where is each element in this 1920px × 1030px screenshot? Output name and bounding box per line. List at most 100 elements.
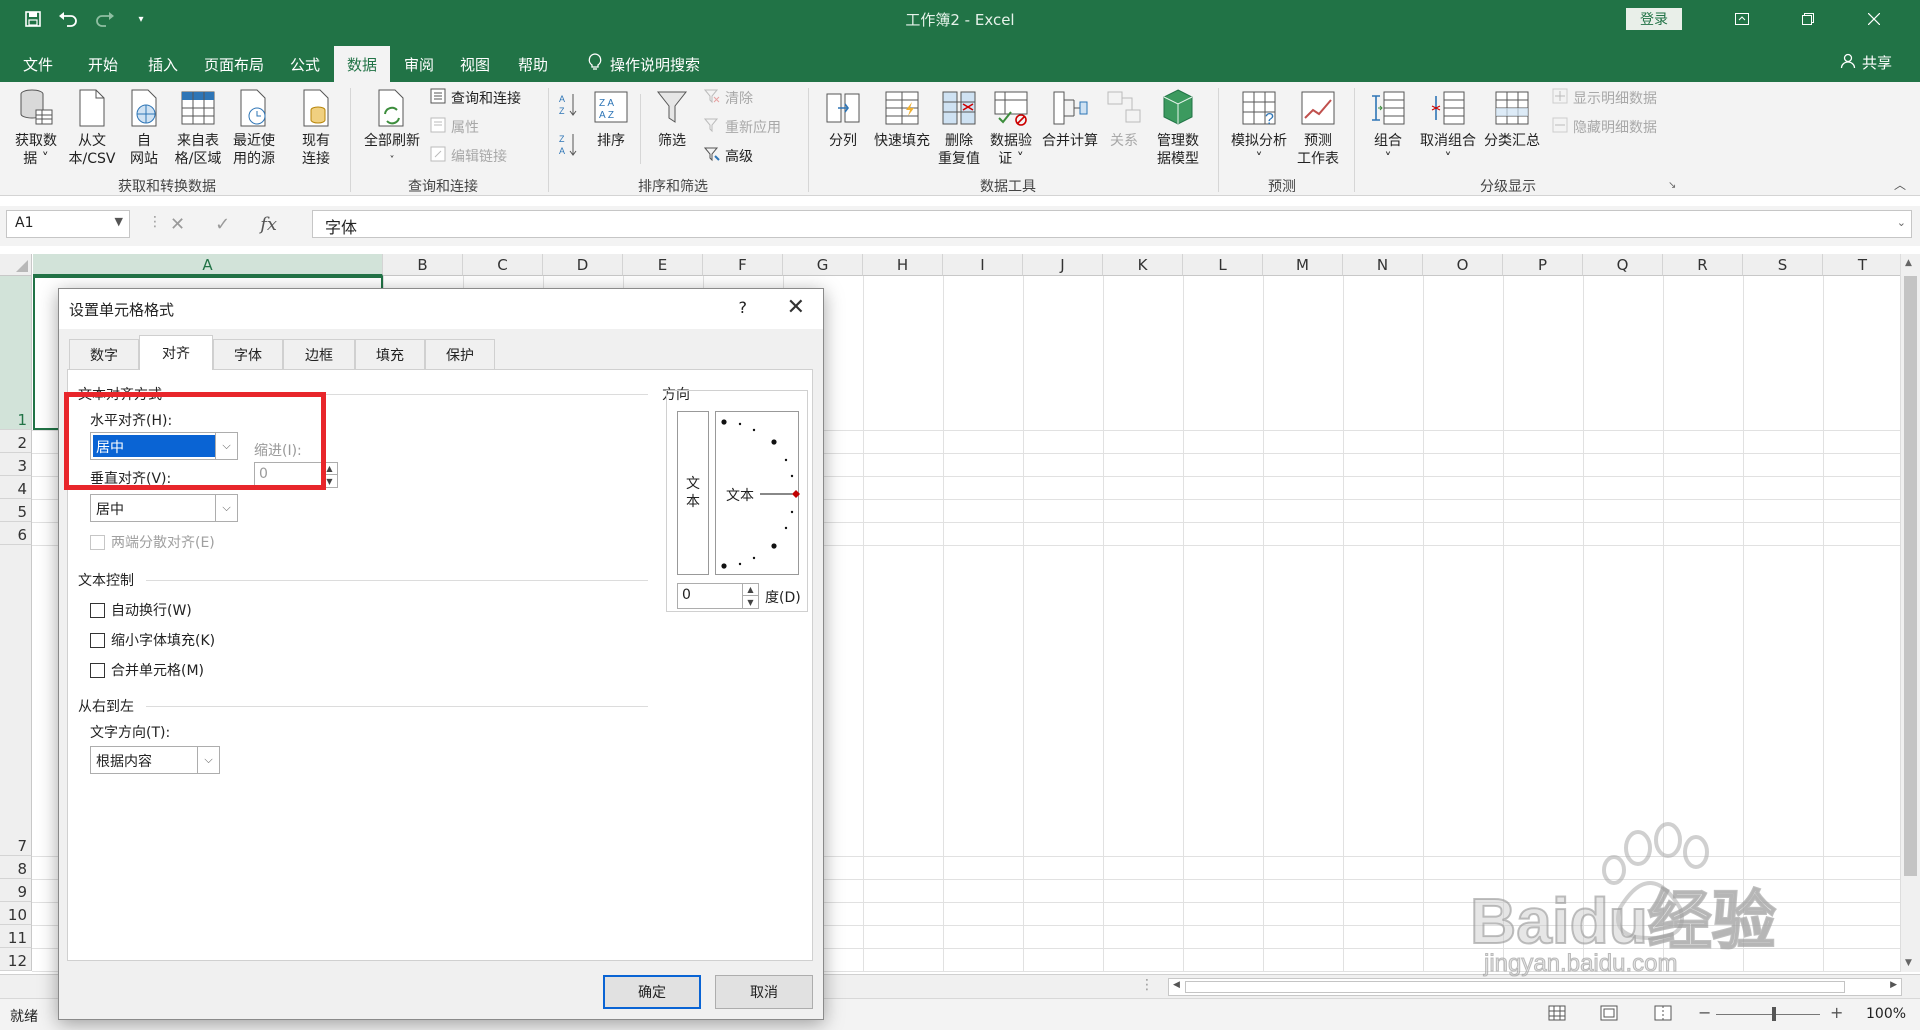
- column-header-r[interactable]: R: [1663, 254, 1743, 276]
- scroll-right-icon[interactable]: ▶: [1890, 980, 1897, 990]
- column-header-s[interactable]: S: [1743, 254, 1823, 276]
- row-header-12[interactable]: 12: [0, 948, 32, 971]
- forecast-sheet-button[interactable]: 预测 工作表: [1294, 88, 1342, 168]
- vertical-text-option[interactable]: 文 本: [677, 411, 709, 575]
- data-validation-button[interactable]: 数据验 证 ˅: [986, 88, 1036, 168]
- share-button[interactable]: 共享: [1840, 52, 1892, 73]
- column-header-h[interactable]: H: [863, 254, 943, 276]
- column-header-d[interactable]: D: [543, 254, 623, 276]
- degrees-spinner[interactable]: 0 ▲ ▼: [677, 583, 759, 609]
- column-header-a[interactable]: A: [33, 254, 383, 276]
- expand-formula-bar-icon[interactable]: ⌄: [1897, 216, 1906, 229]
- zoom-in-icon[interactable]: +: [1830, 1003, 1843, 1022]
- advanced-filter-button[interactable]: 高级: [703, 146, 753, 166]
- tab-font[interactable]: 字体: [213, 339, 283, 369]
- text-direction-select[interactable]: 根据内容 ⌵: [90, 746, 220, 774]
- column-header-t[interactable]: T: [1823, 254, 1903, 276]
- column-header-i[interactable]: I: [943, 254, 1023, 276]
- flash-fill-button[interactable]: 快速填充: [870, 88, 934, 150]
- row-header-7[interactable]: 7: [0, 545, 32, 856]
- queries-connections-button[interactable]: 查询和连接: [430, 88, 521, 108]
- remove-duplicates-button[interactable]: 删除 重复值: [934, 88, 984, 168]
- zoom-level[interactable]: 100%: [1866, 1006, 1906, 1022]
- get-data-button[interactable]: 获取数 据 ˅: [10, 88, 62, 168]
- tab-protection[interactable]: 保护: [425, 339, 495, 369]
- column-header-n[interactable]: N: [1343, 254, 1423, 276]
- page-layout-view-icon[interactable]: [1600, 1005, 1618, 1025]
- row-header-10[interactable]: 10: [0, 902, 32, 925]
- sort-descending-button[interactable]: ZA: [558, 132, 580, 162]
- row-header-5[interactable]: 5: [0, 499, 32, 522]
- column-header-q[interactable]: Q: [1583, 254, 1663, 276]
- zoom-out-icon[interactable]: −: [1698, 1003, 1711, 1022]
- from-web-button[interactable]: 自 网站: [124, 88, 164, 168]
- restore-icon[interactable]: [1780, 0, 1836, 38]
- formula-input[interactable]: 字体: [312, 210, 1912, 238]
- scroll-up-icon[interactable]: ▲: [1905, 258, 1912, 268]
- row-header-2[interactable]: 2: [0, 430, 32, 453]
- vertical-alignment-select[interactable]: 居中 ⌵: [90, 494, 238, 522]
- what-if-analysis-button[interactable]: ? 模拟分析 ˅: [1226, 88, 1292, 168]
- consolidate-button[interactable]: 合并计算: [1038, 88, 1102, 150]
- relationships-button[interactable]: 关系: [1104, 88, 1144, 150]
- from-text-csv-button[interactable]: 从文 本/CSV: [66, 88, 118, 168]
- cancel-button[interactable]: 取消: [715, 975, 813, 1009]
- zoom-slider[interactable]: [1716, 1014, 1820, 1015]
- text-to-columns-button[interactable]: 分列: [818, 88, 868, 150]
- edit-links-button[interactable]: 编辑链接: [430, 146, 507, 166]
- row-header-4[interactable]: 4: [0, 476, 32, 499]
- properties-button[interactable]: 属性: [430, 117, 479, 137]
- subtotal-button[interactable]: 分类汇总: [1480, 88, 1544, 150]
- tab-border[interactable]: 边框: [283, 339, 355, 369]
- spin-down-icon[interactable]: ▼: [742, 596, 758, 608]
- spin-up-icon[interactable]: ▲: [742, 584, 758, 596]
- horizontal-scrollbar[interactable]: ◀ ▶: [1168, 978, 1902, 996]
- column-header-e[interactable]: E: [623, 254, 703, 276]
- column-header-g[interactable]: G: [783, 254, 863, 276]
- sort-ascending-button[interactable]: AZ: [558, 92, 580, 122]
- recent-sources-button[interactable]: 最近使 用的源: [226, 88, 282, 168]
- tab-insert[interactable]: 插入: [136, 46, 190, 82]
- ok-button[interactable]: 确定: [603, 975, 701, 1009]
- hide-detail-button[interactable]: 隐藏明细数据: [1552, 117, 1657, 137]
- row-header-1[interactable]: 1: [0, 276, 32, 430]
- row-header-11[interactable]: 11: [0, 925, 32, 948]
- existing-connections-button[interactable]: 现有 连接: [296, 88, 336, 168]
- page-break-view-icon[interactable]: [1654, 1005, 1672, 1025]
- zoom-slider-thumb[interactable]: [1772, 1007, 1776, 1021]
- ungroup-button[interactable]: 取消组合 ˅: [1416, 88, 1480, 168]
- insert-function-icon[interactable]: fx: [260, 214, 277, 235]
- column-header-o[interactable]: O: [1423, 254, 1503, 276]
- tab-split-grip-icon[interactable]: ⋮: [1140, 977, 1154, 993]
- tab-home[interactable]: 开始: [76, 46, 130, 82]
- normal-view-icon[interactable]: [1548, 1005, 1566, 1025]
- row-header-8[interactable]: 8: [0, 856, 32, 879]
- column-header-j[interactable]: J: [1023, 254, 1103, 276]
- tab-file[interactable]: 文件: [14, 46, 62, 82]
- column-header-k[interactable]: K: [1103, 254, 1183, 276]
- sort-button[interactable]: Z AA Z 排序: [590, 88, 632, 150]
- tab-data[interactable]: 数据: [334, 46, 390, 82]
- from-table-button[interactable]: 来自表 格/区域: [170, 88, 226, 168]
- column-header-m[interactable]: M: [1263, 254, 1343, 276]
- help-icon[interactable]: ?: [739, 298, 748, 317]
- name-box[interactable]: A1 ▼: [6, 210, 130, 238]
- manage-data-model-button[interactable]: 管理数 据模型: [1150, 88, 1206, 168]
- tab-review[interactable]: 审阅: [392, 46, 446, 82]
- tab-help[interactable]: 帮助: [506, 46, 560, 82]
- row-header-9[interactable]: 9: [0, 879, 32, 902]
- clear-filter-button[interactable]: 清除: [703, 88, 753, 108]
- vertical-scrollbar[interactable]: ▲ ▼: [1900, 254, 1920, 972]
- outline-settings-launcher-icon[interactable]: ↘: [1668, 180, 1676, 191]
- vertical-scroll-thumb[interactable]: [1904, 276, 1917, 876]
- refresh-all-button[interactable]: 全部刷新 ˅: [360, 88, 424, 170]
- select-all-corner[interactable]: [0, 254, 32, 276]
- show-detail-button[interactable]: 显示明细数据: [1552, 88, 1657, 108]
- group-button[interactable]: 组合 ˅: [1364, 88, 1412, 168]
- collapse-ribbon-icon[interactable]: ︿: [1894, 176, 1906, 193]
- reapply-button[interactable]: 重新应用: [703, 117, 781, 137]
- column-header-p[interactable]: P: [1503, 254, 1583, 276]
- column-header-c[interactable]: C: [463, 254, 543, 276]
- merge-cells-checkbox[interactable]: 合并单元格(M): [90, 660, 204, 680]
- close-window-icon[interactable]: [1846, 0, 1902, 38]
